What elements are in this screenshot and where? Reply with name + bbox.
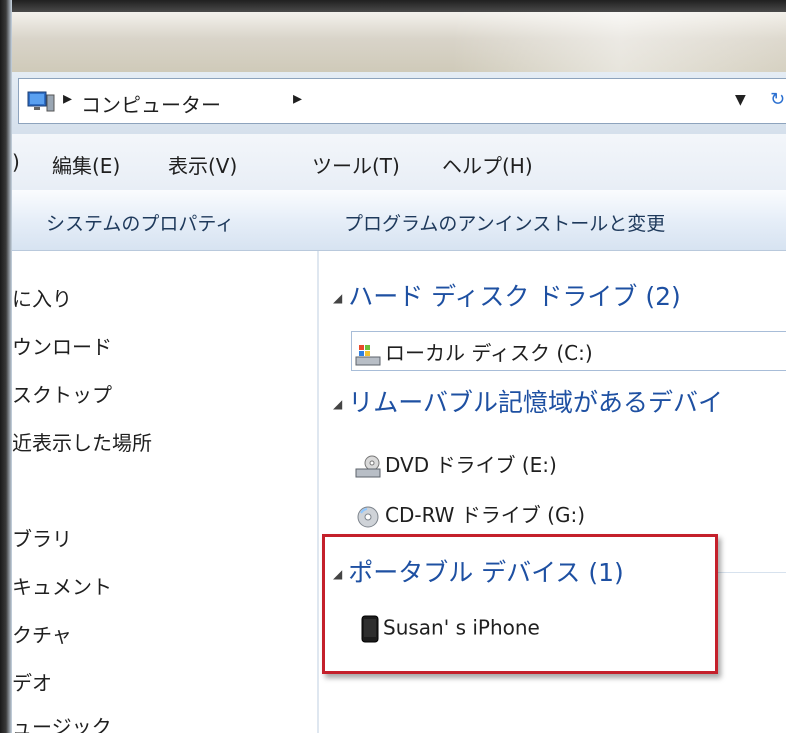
group-title: ハード ディスク ドライブ (2) <box>348 282 681 311</box>
group-header-hard-disk[interactable]: ◢ ハード ディスク ドライブ (2) <box>333 277 681 313</box>
group-header-removable[interactable]: ◢ リムーバブル記憶域があるデバイ <box>333 383 723 419</box>
nav-documents[interactable]: キュメント <box>12 571 112 600</box>
group-divider <box>715 572 786 573</box>
address-row: ▸ コンピューター ▸ ▼ ↻ <box>12 72 786 134</box>
computer-icon <box>27 91 55 112</box>
nav-downloads[interactable]: ウンロード <box>12 331 112 360</box>
collapse-triangle-icon[interactable]: ◢ <box>333 291 342 305</box>
group-title: リムーバブル記憶域があるデバイ <box>348 388 723 417</box>
nav-desktop[interactable]: スクトップ <box>12 379 112 408</box>
nav-music[interactable]: ュージック <box>12 711 112 733</box>
uninstall-program-button[interactable]: プログラムのアンインストールと変更 <box>344 209 665 236</box>
refresh-icon[interactable]: ↻ <box>770 89 785 110</box>
drive-local-disk-c[interactable]: ローカル ディスク (C:) <box>355 337 593 367</box>
title-bar[interactable] <box>12 12 786 72</box>
nav-videos[interactable]: デオ <box>12 667 52 696</box>
drive-label: ローカル ディスク (C:) <box>385 341 593 365</box>
command-bar: システムのプロパティ プログラムのアンインストールと変更 <box>12 190 786 251</box>
nav-favorites[interactable]: に入り <box>12 283 72 312</box>
drive-label: DVD ドライブ (E:) <box>385 453 557 477</box>
breadcrumb-computer[interactable]: コンピューター <box>81 89 221 118</box>
drive-label: CD-RW ドライブ (G:) <box>385 503 585 527</box>
hard-drive-windows-icon <box>355 344 381 365</box>
drive-dvd-e[interactable]: DVD ドライブ (E:) <box>355 449 557 479</box>
menu-edit[interactable]: 編集(E) <box>52 150 120 179</box>
nav-recent-places[interactable]: 近表示した場所 <box>12 427 152 456</box>
nav-libraries[interactable]: ブラリ <box>12 523 72 552</box>
menu-tools[interactable]: ツール(T) <box>312 150 400 179</box>
nav-pictures[interactable]: クチャ <box>12 619 72 648</box>
window-frame-left <box>0 0 12 733</box>
breadcrumb-arrow-icon[interactable]: ▸ <box>293 88 302 109</box>
drive-cdrw-g[interactable]: CD-RW ドライブ (G:) <box>355 499 585 529</box>
address-bar[interactable]: ▸ コンピューター ▸ ▼ ↻ <box>18 78 786 124</box>
menu-help[interactable]: ヘルプ(H) <box>442 150 533 179</box>
address-dropdown-icon[interactable]: ▼ <box>735 92 746 108</box>
dvd-drive-icon <box>355 455 381 477</box>
system-properties-button[interactable]: システムのプロパティ <box>46 209 234 236</box>
collapse-triangle-icon[interactable]: ◢ <box>333 397 342 411</box>
window-frame-top <box>0 0 786 12</box>
cd-disc-icon <box>357 506 379 527</box>
breadcrumb-arrow-icon[interactable]: ▸ <box>63 88 72 109</box>
title-bar-glow <box>452 12 786 72</box>
menu-bar: ) 編集(E) 表示(V) ツール(T) ヘルプ(H) <box>12 134 786 191</box>
menu-view[interactable]: 表示(V) <box>168 150 237 179</box>
menu-file-partial[interactable]: ) <box>12 150 20 174</box>
navigation-pane: に入り ウンロード スクトップ 近表示した場所 ブラリ キュメント クチャ デオ… <box>12 251 317 733</box>
red-highlight-box <box>322 534 718 674</box>
